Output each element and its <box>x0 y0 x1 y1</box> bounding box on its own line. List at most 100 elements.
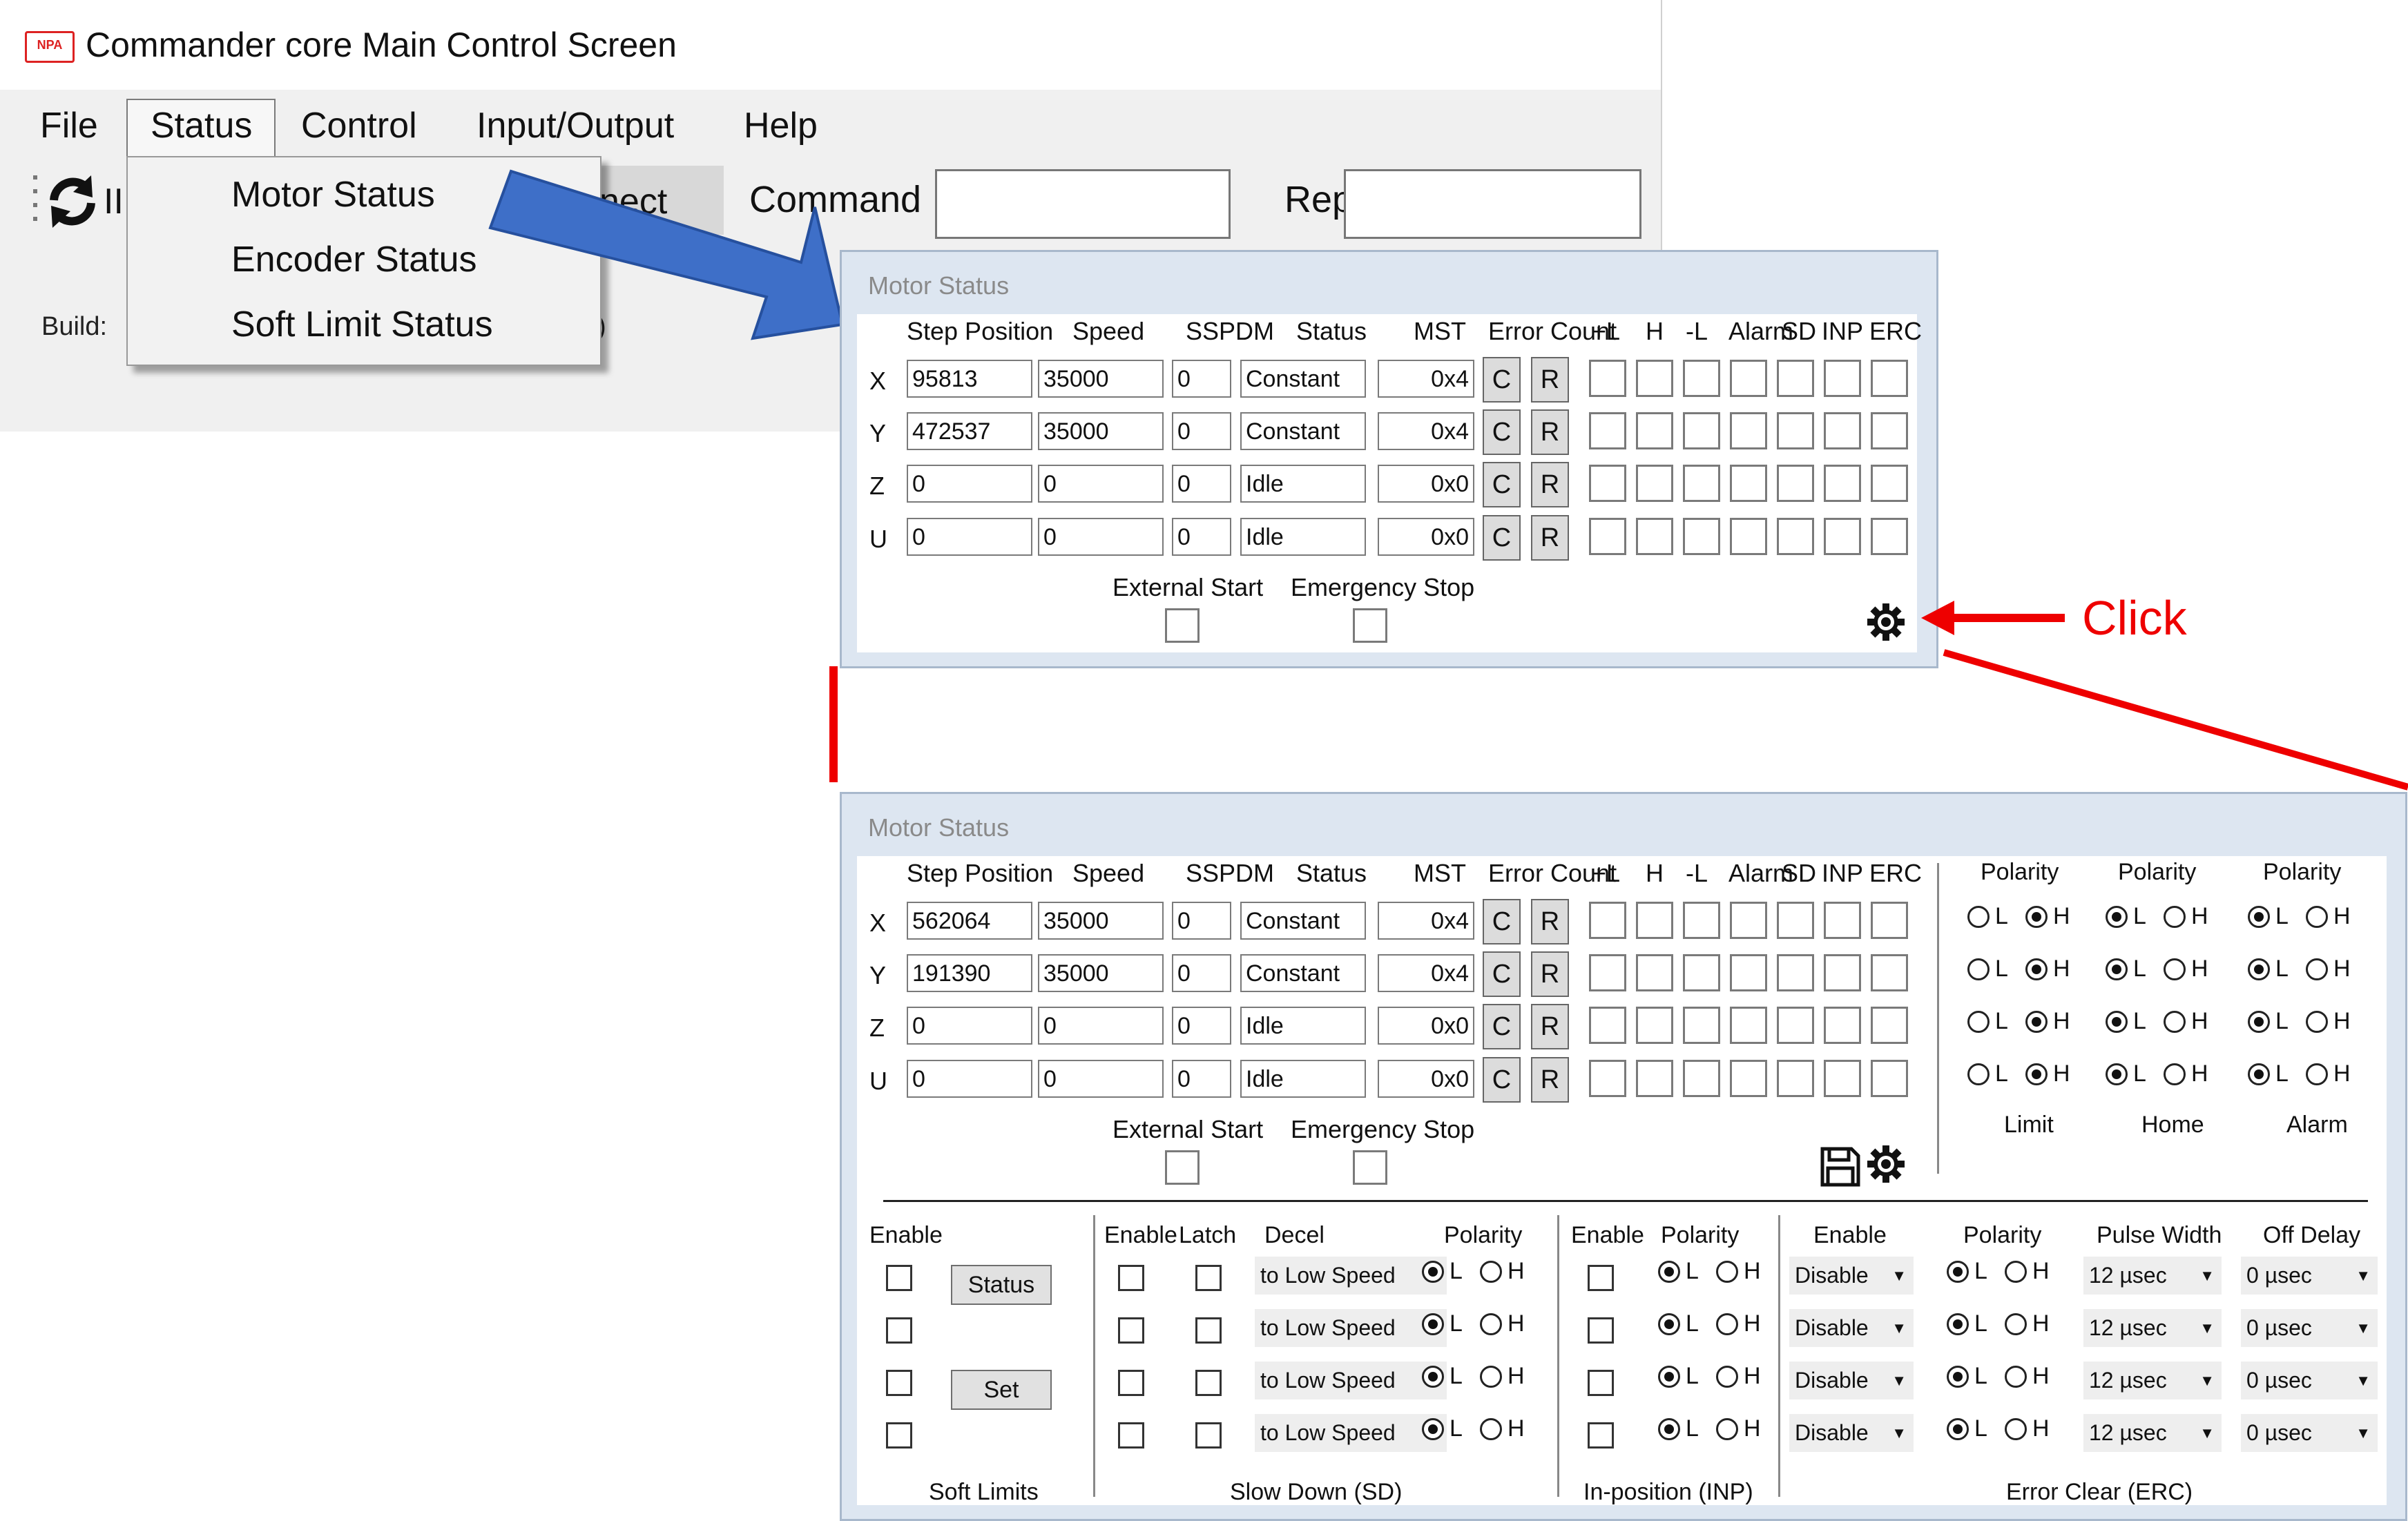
erc-off-delay-select[interactable]: 0 µsec ▼ <box>2241 1309 2378 1347</box>
inp-enable-checkbox[interactable] <box>1588 1317 1614 1344</box>
soft-limit-enable-checkbox[interactable] <box>886 1265 912 1291</box>
inp-polarity-low-radio[interactable] <box>1658 1261 1680 1283</box>
erc-pulse-width-select[interactable]: 12 µsec ▼ <box>2083 1362 2222 1399</box>
inp-polarity-high-radio[interactable] <box>1716 1418 1738 1440</box>
erc-polarity-low-radio[interactable] <box>1947 1313 1969 1335</box>
polarity-limit-high-radio[interactable] <box>2025 958 2048 980</box>
clear-button[interactable]: C <box>1483 357 1521 403</box>
polarity-alarm-high-radio[interactable] <box>2306 1063 2328 1085</box>
polarity-alarm-high-radio[interactable] <box>2306 1011 2328 1033</box>
polarity-home-high-radio[interactable] <box>2164 958 2186 980</box>
reset-button[interactable]: R <box>1531 951 1569 997</box>
sd-polarity-low-radio[interactable] <box>1422 1261 1444 1283</box>
menu-item-encoder-status[interactable]: Encoder Status <box>231 239 477 280</box>
clear-button[interactable]: C <box>1483 515 1521 561</box>
menu-control[interactable]: Control <box>301 105 417 146</box>
sd-enable-checkbox[interactable] <box>1118 1422 1144 1449</box>
emergency-stop-checkbox[interactable] <box>1353 608 1387 643</box>
erc-off-delay-select[interactable]: 0 µsec ▼ <box>2241 1257 2378 1295</box>
erc-polarity-high-radio[interactable] <box>2005 1261 2027 1283</box>
sd-decel-select[interactable]: to Low Speed▼ <box>1255 1257 1447 1295</box>
menu-input-output[interactable]: Input/Output <box>476 105 674 146</box>
soft-limits-status-button[interactable]: Status <box>951 1265 1052 1305</box>
sd-latch-checkbox[interactable] <box>1195 1265 1222 1291</box>
inp-polarity-high-radio[interactable] <box>1716 1366 1738 1388</box>
reset-button[interactable]: R <box>1531 899 1569 944</box>
clear-button[interactable]: C <box>1483 951 1521 997</box>
polarity-home-low-radio[interactable] <box>2106 1011 2128 1033</box>
sd-polarity-high-radio[interactable] <box>1480 1418 1502 1440</box>
inp-polarity-low-radio[interactable] <box>1658 1313 1680 1335</box>
sd-latch-checkbox[interactable] <box>1195 1370 1222 1396</box>
sd-polarity-high-radio[interactable] <box>1480 1261 1502 1283</box>
sd-polarity-high-radio[interactable] <box>1480 1313 1502 1335</box>
inp-polarity-high-radio[interactable] <box>1716 1261 1738 1283</box>
menu-status-label[interactable]: Status <box>151 105 252 146</box>
polarity-alarm-low-radio[interactable] <box>2248 906 2270 928</box>
menu-help[interactable]: Help <box>744 105 818 146</box>
refresh-icon[interactable] <box>33 166 95 235</box>
polarity-home-high-radio[interactable] <box>2164 1011 2186 1033</box>
polarity-limit-low-radio[interactable] <box>1967 1011 1990 1033</box>
reset-button[interactable]: R <box>1531 515 1569 561</box>
erc-enable-select[interactable]: Disable ▼ <box>1789 1257 1914 1295</box>
polarity-alarm-low-radio[interactable] <box>2248 1011 2270 1033</box>
sd-polarity-high-radio[interactable] <box>1480 1366 1502 1388</box>
soft-limits-set-button[interactable]: Set <box>951 1370 1052 1410</box>
erc-pulse-width-select[interactable]: 12 µsec ▼ <box>2083 1414 2222 1452</box>
sd-polarity-low-radio[interactable] <box>1422 1418 1444 1440</box>
polarity-alarm-low-radio[interactable] <box>2248 958 2270 980</box>
polarity-home-low-radio[interactable] <box>2106 1063 2128 1085</box>
menu-item-soft-limit-status[interactable]: Soft Limit Status <box>231 304 493 345</box>
menu-item-motor-status[interactable]: Motor Status <box>231 174 435 215</box>
erc-off-delay-select[interactable]: 0 µsec ▼ <box>2241 1414 2378 1452</box>
polarity-alarm-high-radio[interactable] <box>2306 958 2328 980</box>
polarity-limit-high-radio[interactable] <box>2025 906 2048 928</box>
clear-button[interactable]: C <box>1483 409 1521 455</box>
polarity-alarm-high-radio[interactable] <box>2306 906 2328 928</box>
inp-polarity-low-radio[interactable] <box>1658 1418 1680 1440</box>
inp-enable-checkbox[interactable] <box>1588 1265 1614 1291</box>
menu-file[interactable]: File <box>40 105 98 146</box>
sd-enable-checkbox[interactable] <box>1118 1370 1144 1396</box>
soft-limit-enable-checkbox[interactable] <box>886 1317 912 1344</box>
erc-enable-select[interactable]: Disable ▼ <box>1789 1362 1914 1399</box>
inp-polarity-high-radio[interactable] <box>1716 1313 1738 1335</box>
polarity-home-low-radio[interactable] <box>2106 906 2128 928</box>
sd-latch-checkbox[interactable] <box>1195 1317 1222 1344</box>
erc-pulse-width-select[interactable]: 12 µsec ▼ <box>2083 1257 2222 1295</box>
erc-polarity-high-radio[interactable] <box>2005 1366 2027 1388</box>
polarity-limit-high-radio[interactable] <box>2025 1011 2048 1033</box>
clear-button[interactable]: C <box>1483 1057 1521 1103</box>
erc-polarity-high-radio[interactable] <box>2005 1418 2027 1440</box>
polarity-limit-low-radio[interactable] <box>1967 906 1990 928</box>
inp-enable-checkbox[interactable] <box>1588 1370 1614 1396</box>
settings-gear-icon[interactable] <box>1867 1145 1905 1183</box>
soft-limit-enable-checkbox[interactable] <box>886 1370 912 1396</box>
emergency-stop-checkbox[interactable] <box>1353 1150 1387 1185</box>
sd-polarity-low-radio[interactable] <box>1422 1313 1444 1335</box>
polarity-home-high-radio[interactable] <box>2164 906 2186 928</box>
external-start-checkbox[interactable] <box>1165 1150 1200 1185</box>
inp-enable-checkbox[interactable] <box>1588 1422 1614 1449</box>
erc-polarity-low-radio[interactable] <box>1947 1366 1969 1388</box>
save-icon[interactable] <box>1820 1146 1861 1188</box>
erc-enable-select[interactable]: Disable ▼ <box>1789 1414 1914 1452</box>
erc-polarity-high-radio[interactable] <box>2005 1313 2027 1335</box>
sd-decel-select[interactable]: to Low Speed▼ <box>1255 1309 1447 1347</box>
clear-button[interactable]: C <box>1483 462 1521 507</box>
polarity-alarm-low-radio[interactable] <box>2248 1063 2270 1085</box>
sd-enable-checkbox[interactable] <box>1118 1317 1144 1344</box>
polarity-home-low-radio[interactable] <box>2106 958 2128 980</box>
reply-input[interactable] <box>1344 169 1641 239</box>
reset-button[interactable]: R <box>1531 1004 1569 1049</box>
reset-button[interactable]: R <box>1531 1057 1569 1103</box>
reset-button[interactable]: R <box>1531 409 1569 455</box>
sd-decel-select[interactable]: to Low Speed▼ <box>1255 1414 1447 1452</box>
polarity-limit-low-radio[interactable] <box>1967 1063 1990 1085</box>
reset-button[interactable]: R <box>1531 462 1569 507</box>
erc-off-delay-select[interactable]: 0 µsec ▼ <box>2241 1362 2378 1399</box>
settings-gear-icon[interactable] <box>1867 603 1905 641</box>
erc-enable-select[interactable]: Disable ▼ <box>1789 1309 1914 1347</box>
sd-enable-checkbox[interactable] <box>1118 1265 1144 1291</box>
